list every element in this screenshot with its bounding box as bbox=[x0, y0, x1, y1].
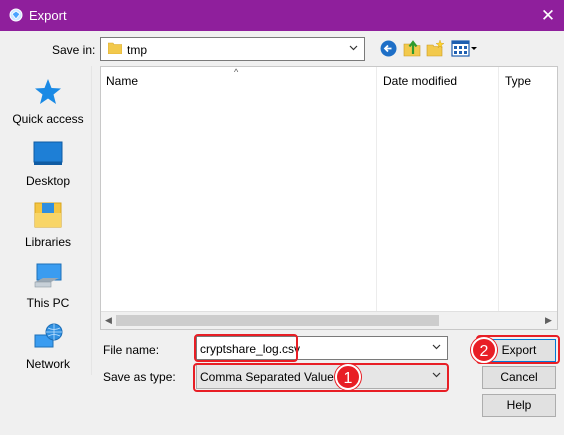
back-icon[interactable] bbox=[380, 40, 397, 57]
close-icon: ✕ bbox=[540, 6, 556, 25]
place-label: This PC bbox=[26, 296, 70, 310]
quick-access-star-icon bbox=[35, 79, 61, 104]
highlight-file-name bbox=[194, 334, 298, 362]
place-label: Desktop bbox=[25, 174, 71, 188]
place-this-pc[interactable]: This PC bbox=[4, 262, 92, 310]
cancel-button[interactable]: Cancel bbox=[482, 366, 556, 389]
place-label: Network bbox=[25, 357, 70, 371]
sort-ascending-icon: ^ bbox=[234, 67, 239, 77]
column-divider bbox=[498, 67, 499, 311]
libraries-icon bbox=[34, 202, 62, 228]
column-divider bbox=[376, 67, 377, 311]
desktop-icon bbox=[33, 141, 63, 165]
scrollbar-thumb[interactable] bbox=[116, 315, 439, 326]
scroll-right-icon[interactable]: ▶ bbox=[545, 315, 552, 326]
column-header-name[interactable]: Name bbox=[106, 74, 138, 88]
place-label: Quick access bbox=[12, 112, 84, 126]
close-button[interactable]: ✕ bbox=[534, 3, 562, 29]
app-icon bbox=[9, 8, 23, 22]
views-menu-icon[interactable] bbox=[451, 40, 477, 57]
place-network[interactable]: Network bbox=[4, 323, 92, 371]
step-badge-1: 1 bbox=[335, 364, 361, 390]
window-title: Export bbox=[29, 8, 67, 23]
new-folder-icon[interactable] bbox=[426, 39, 445, 57]
title-bar: Export ✕ bbox=[0, 0, 564, 31]
place-label: Libraries bbox=[24, 235, 72, 249]
place-quick-access[interactable]: Quick access bbox=[4, 78, 92, 126]
chevron-down-icon bbox=[349, 45, 358, 51]
save-in-label: Save in: bbox=[52, 43, 96, 57]
highlight-save-as-type bbox=[193, 363, 449, 392]
chevron-down-icon[interactable] bbox=[432, 342, 441, 351]
scroll-left-icon[interactable]: ◀ bbox=[105, 315, 112, 326]
save-in-value: tmp bbox=[127, 43, 148, 57]
column-header-type[interactable]: Type bbox=[505, 74, 531, 88]
step-badge-2: 2 bbox=[471, 337, 497, 363]
file-list[interactable]: ^ Name Date modified Type ◀ ▶ bbox=[100, 66, 558, 330]
network-icon bbox=[34, 323, 63, 348]
folder-icon bbox=[108, 42, 122, 54]
this-pc-icon bbox=[34, 263, 62, 288]
horizontal-scrollbar[interactable]: ◀ ▶ bbox=[101, 311, 557, 329]
save-as-type-label: Save as type: bbox=[103, 370, 176, 384]
place-libraries[interactable]: Libraries bbox=[4, 201, 92, 249]
help-button[interactable]: Help bbox=[482, 394, 556, 417]
place-desktop[interactable]: Desktop bbox=[4, 140, 92, 188]
file-name-label: File name: bbox=[103, 343, 160, 357]
up-folder-icon[interactable] bbox=[403, 39, 421, 57]
column-header-date-modified[interactable]: Date modified bbox=[383, 74, 457, 88]
